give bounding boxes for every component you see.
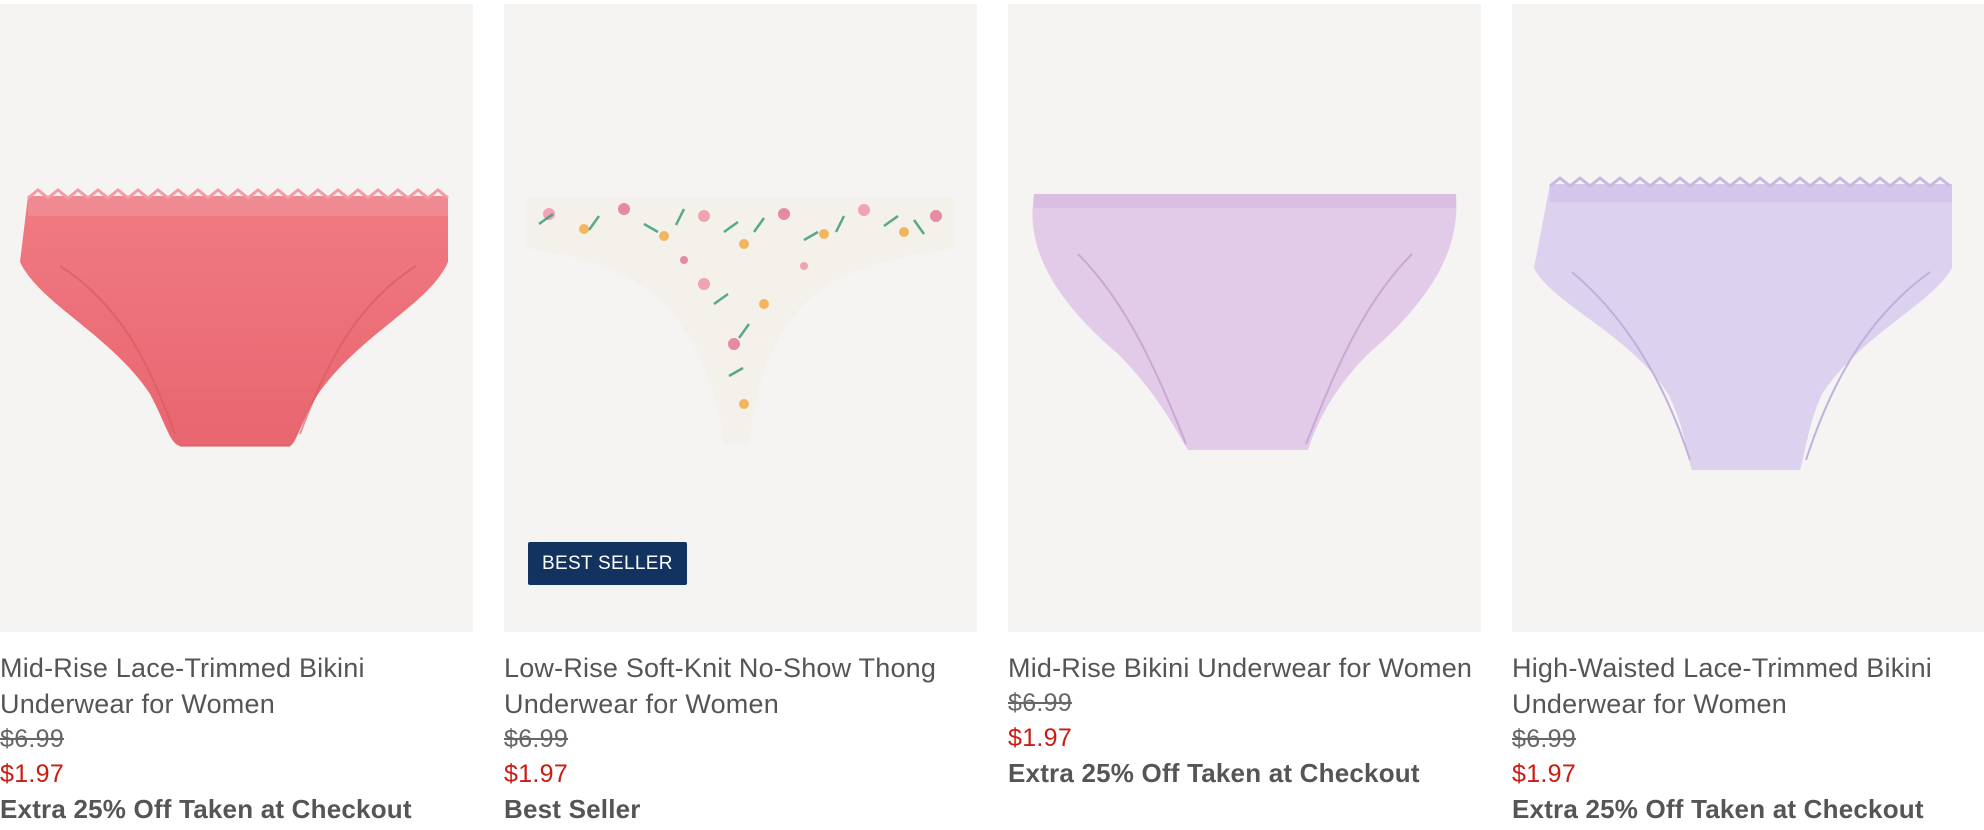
bikini-underwear-lavender-image <box>1534 176 1952 470</box>
original-price: $6.99 <box>0 725 65 753</box>
sale-price: $1.97 <box>1512 760 1577 788</box>
product-image[interactable] <box>1008 4 1481 632</box>
sale-price: $1.97 <box>504 760 569 788</box>
product-card[interactable]: BEST SELLER Low-Rise Soft-Knit No-Show T… <box>504 0 977 826</box>
product-card[interactable]: Mid-Rise Bikini Underwear for Women $6.9… <box>1008 0 1481 790</box>
thong-underwear-floral-image <box>526 198 954 444</box>
product-title[interactable]: Mid-Rise Bikini Underwear for Women <box>1008 650 1481 686</box>
product-title[interactable]: Mid-Rise Lace-Trimmed Bikini Underwear f… <box>0 650 473 722</box>
product-card[interactable]: Mid-Rise Lace-Trimmed Bikini Underwear f… <box>0 0 473 826</box>
product-image[interactable]: BEST SELLER <box>504 4 977 632</box>
original-price: $6.99 <box>1008 689 1073 717</box>
promo-text: Extra 25% Off Taken at Checkout <box>0 794 412 824</box>
bikini-underwear-pink-image <box>20 188 449 447</box>
original-price: $6.99 <box>504 725 569 753</box>
product-image[interactable] <box>0 4 473 632</box>
original-price: $6.99 <box>1512 725 1577 753</box>
product-image[interactable] <box>1512 4 1984 632</box>
promo-text: Extra 25% Off Taken at Checkout <box>1008 758 1420 788</box>
promo-text: Extra 25% Off Taken at Checkout <box>1512 794 1924 824</box>
promo-text: Best Seller <box>504 794 641 824</box>
sale-price: $1.97 <box>1008 724 1073 752</box>
product-title[interactable]: Low-Rise Soft-Knit No-Show Thong Underwe… <box>504 650 977 722</box>
bikini-underwear-lilac-image <box>1032 194 1457 450</box>
product-title[interactable]: High-Waisted Lace-Trimmed Bikini Underwe… <box>1512 650 1984 722</box>
product-card[interactable]: High-Waisted Lace-Trimmed Bikini Underwe… <box>1512 0 1984 826</box>
product-grid: Mid-Rise Lace-Trimmed Bikini Underwear f… <box>0 0 1984 830</box>
best-seller-badge: BEST SELLER <box>528 542 687 585</box>
sale-price: $1.97 <box>0 760 65 788</box>
